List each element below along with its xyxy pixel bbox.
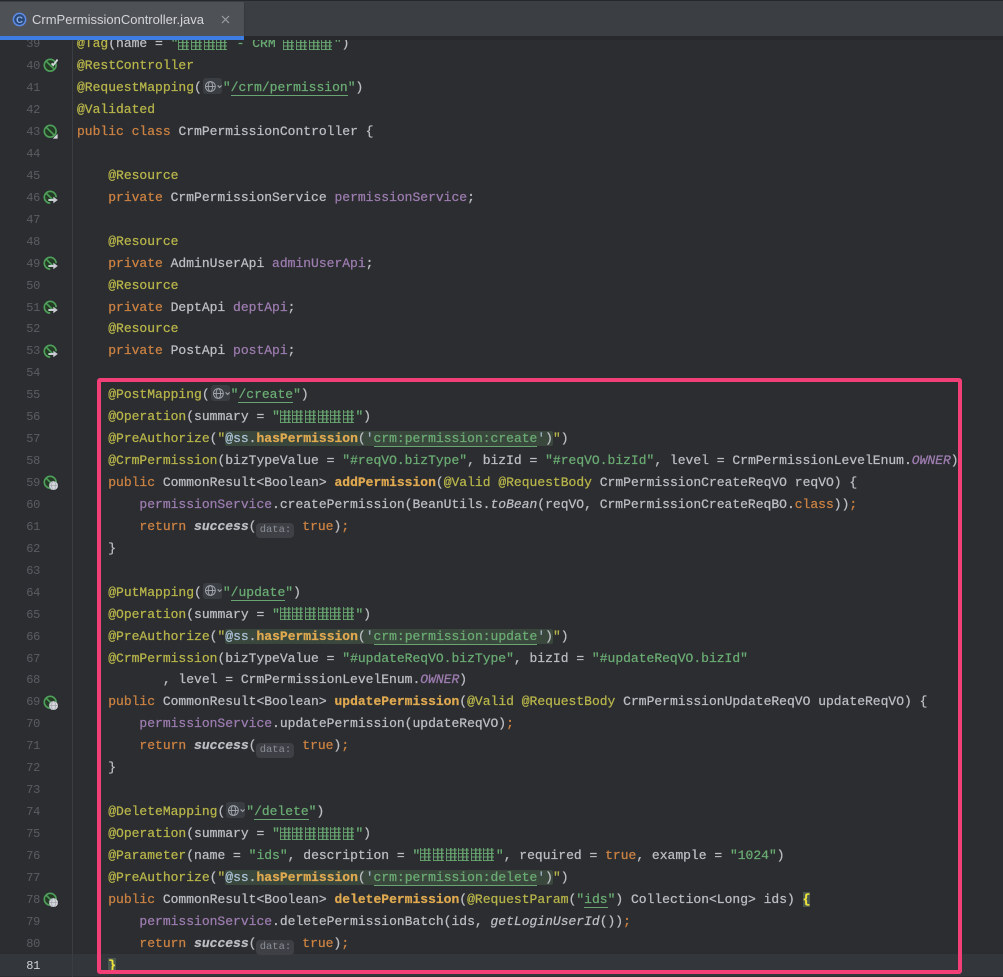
svg-text:C: C [16,15,23,26]
